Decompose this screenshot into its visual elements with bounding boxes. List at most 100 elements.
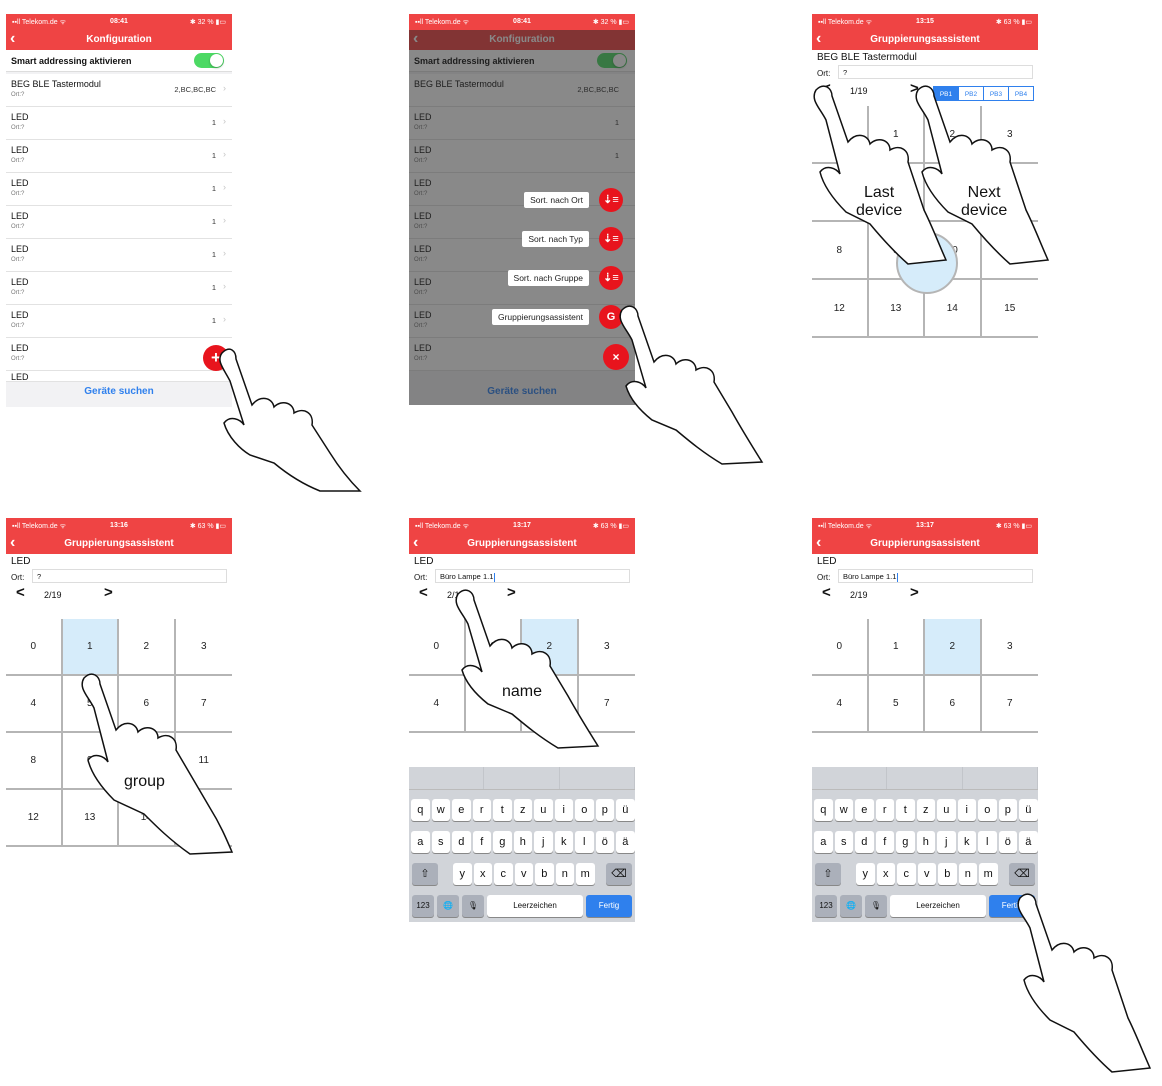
letter-key[interactable]: r <box>875 799 894 821</box>
prev-device-button[interactable]: < <box>16 584 25 601</box>
letter-key[interactable]: ö <box>998 831 1017 853</box>
letter-key[interactable]: n <box>555 863 574 885</box>
group-cell[interactable]: 3 <box>981 619 1038 676</box>
letter-key[interactable]: z <box>916 799 935 821</box>
letter-key[interactable]: ö <box>595 831 614 853</box>
device-row[interactable]: LED Ort:? 1 › <box>6 140 232 173</box>
group-cell[interactable]: 4 <box>812 676 869 733</box>
letter-key[interactable]: j <box>534 831 553 853</box>
sort-list-icon[interactable]: ⇣≡ <box>599 266 623 290</box>
letter-key[interactable]: g <box>493 831 512 853</box>
letter-key[interactable]: l <box>575 831 594 853</box>
next-device-button[interactable]: > <box>104 584 113 601</box>
suggestion-slot[interactable] <box>409 767 485 789</box>
shift-key[interactable]: ⇧ <box>815 863 841 885</box>
letter-key[interactable]: b <box>535 863 554 885</box>
letter-key[interactable]: k <box>554 831 573 853</box>
group-cell[interactable]: 5 <box>868 676 925 733</box>
space-key[interactable]: Leerzeichen <box>487 895 583 917</box>
letter-key[interactable]: k <box>957 831 976 853</box>
letter-key[interactable]: u <box>534 799 553 821</box>
letter-key[interactable]: j <box>937 831 956 853</box>
letter-key[interactable]: h <box>916 831 935 853</box>
group-cell[interactable]: 15 <box>981 280 1038 338</box>
device-row[interactable]: BEG BLE Tastermodul Ort:? 2,BC,BC,BC › <box>6 74 232 107</box>
group-cell[interactable]: 12 <box>812 280 869 338</box>
device-row[interactable]: LED Ort:? 1 › <box>6 305 232 338</box>
device-row[interactable]: LED Ort:? <box>6 338 232 371</box>
suggestion-slot[interactable] <box>887 767 963 789</box>
microphone-icon[interactable]: 🎙 <box>865 895 887 917</box>
group-cell[interactable]: 6 <box>925 676 982 733</box>
letter-key[interactable]: v <box>514 863 533 885</box>
letter-key[interactable]: x <box>473 863 492 885</box>
letter-key[interactable]: ü <box>1019 799 1038 821</box>
sort-list-icon[interactable]: ⇣≡ <box>599 227 623 251</box>
letter-key[interactable]: d <box>855 831 874 853</box>
letter-key[interactable]: y <box>856 863 875 885</box>
menu-sort-location[interactable]: Sort. nach Ort ⇣≡ <box>423 188 623 212</box>
letter-key[interactable]: a <box>411 831 430 853</box>
sort-list-icon[interactable]: ⇣≡ <box>599 188 623 212</box>
group-cell[interactable]: 4 <box>6 676 63 733</box>
location-input[interactable]: ? <box>32 569 227 583</box>
letter-key[interactable]: g <box>896 831 915 853</box>
letter-key[interactable]: e <box>452 799 471 821</box>
letter-key[interactable]: m <box>979 863 998 885</box>
globe-icon[interactable]: 🌐 <box>437 895 459 917</box>
group-cell[interactable]: 7 <box>981 676 1038 733</box>
group-cell[interactable]: 0 <box>812 619 869 676</box>
letter-key[interactable]: o <box>978 799 997 821</box>
group-cell[interactable]: 1 <box>868 619 925 676</box>
letter-key[interactable]: r <box>472 799 491 821</box>
letter-key[interactable]: s <box>834 831 853 853</box>
location-input[interactable]: Büro Lampe 1.1 <box>838 569 1033 583</box>
shift-key[interactable]: ⇧ <box>412 863 438 885</box>
letter-key[interactable]: t <box>896 799 915 821</box>
space-key[interactable]: Leerzeichen <box>890 895 986 917</box>
device-row[interactable]: LED Ort:? 1 › <box>6 272 232 305</box>
letter-key[interactable]: s <box>431 831 450 853</box>
letter-key[interactable]: o <box>575 799 594 821</box>
letter-key[interactable]: i <box>554 799 573 821</box>
letter-key[interactable]: b <box>938 863 957 885</box>
location-input[interactable]: Büro Lampe 1.1 <box>435 569 630 583</box>
suggestion-slot[interactable] <box>812 767 888 789</box>
search-devices-link[interactable]: Geräte suchen <box>6 386 232 397</box>
smart-addressing-toggle[interactable] <box>194 53 224 68</box>
letter-key[interactable]: ü <box>616 799 635 821</box>
done-key[interactable]: Fertig <box>586 895 632 917</box>
group-cell[interactable]: 8 <box>6 733 63 790</box>
backspace-key[interactable]: ⌫ <box>1009 863 1035 885</box>
device-row[interactable]: LED Ort:? 1 › <box>6 107 232 140</box>
letter-key[interactable]: x <box>876 863 895 885</box>
backspace-key[interactable]: ⌫ <box>606 863 632 885</box>
letter-key[interactable]: q <box>814 799 833 821</box>
letter-key[interactable]: w <box>834 799 853 821</box>
letter-key[interactable]: z <box>513 799 532 821</box>
next-device-button[interactable]: > <box>910 584 919 601</box>
letter-key[interactable]: q <box>411 799 430 821</box>
prev-device-button[interactable]: < <box>822 584 831 601</box>
letter-key[interactable]: l <box>978 831 997 853</box>
device-row[interactable]: LED <box>6 371 232 382</box>
microphone-icon[interactable]: 🎙 <box>462 895 484 917</box>
device-row[interactable]: LED Ort:? 1 › <box>6 239 232 272</box>
prev-device-button[interactable]: < <box>419 584 428 601</box>
group-cell[interactable]: 12 <box>6 790 63 847</box>
group-cell[interactable]: 0 <box>6 619 63 676</box>
device-row[interactable]: LED Ort:? 1 › <box>6 173 232 206</box>
letter-key[interactable]: c <box>494 863 513 885</box>
numbers-key[interactable]: 123 <box>412 895 434 917</box>
letter-key[interactable]: f <box>875 831 894 853</box>
letter-key[interactable]: u <box>937 799 956 821</box>
numbers-key[interactable]: 123 <box>815 895 837 917</box>
letter-key[interactable]: ä <box>616 831 635 853</box>
suggestion-slot[interactable] <box>560 767 635 789</box>
menu-sort-type[interactable]: Sort. nach Typ ⇣≡ <box>423 227 623 251</box>
location-input[interactable]: ? <box>838 65 1033 79</box>
globe-icon[interactable]: 🌐 <box>840 895 862 917</box>
letter-key[interactable]: v <box>917 863 936 885</box>
letter-key[interactable]: c <box>897 863 916 885</box>
letter-key[interactable]: h <box>513 831 532 853</box>
